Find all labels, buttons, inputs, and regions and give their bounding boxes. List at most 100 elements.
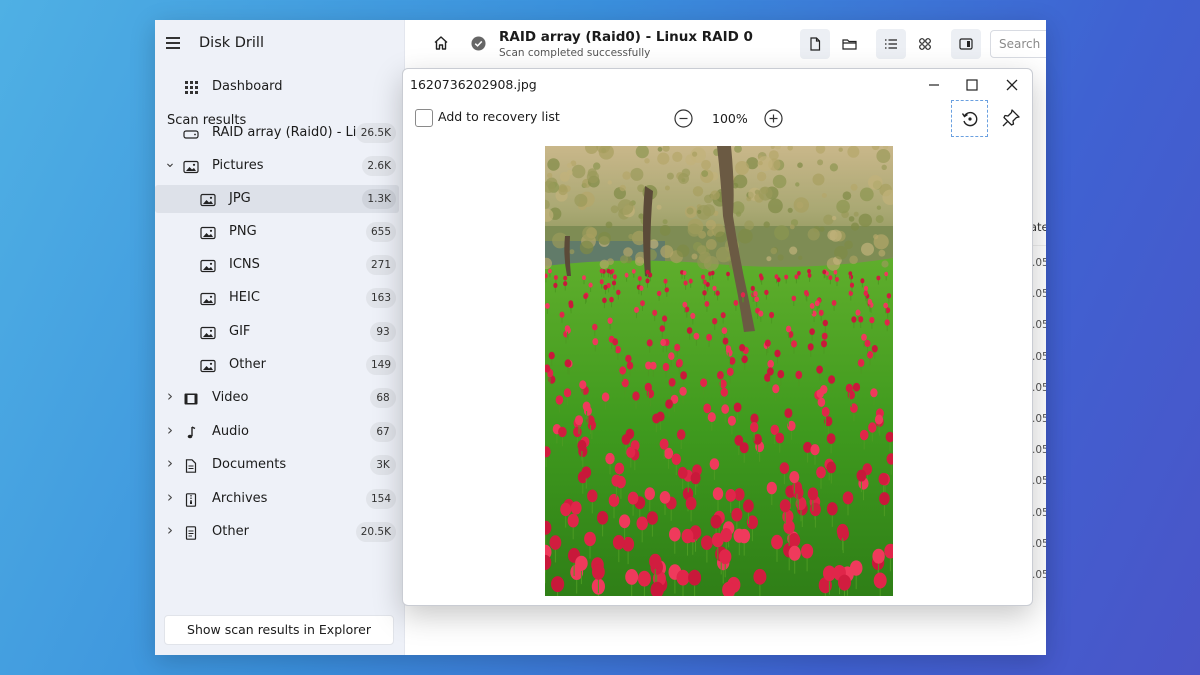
- add-to-recovery-label[interactable]: Add to recovery list: [438, 109, 560, 124]
- sidebar-item-label: Pictures: [212, 158, 264, 173]
- sidebar-item-heic[interactable]: HEIC 163: [155, 284, 399, 312]
- count-badge: 163: [365, 288, 396, 308]
- chevron-right-icon[interactable]: ›: [164, 421, 176, 439]
- count-badge: 93: [370, 322, 396, 342]
- sidebar-item-label: PNG: [229, 224, 257, 239]
- preview-pane-button[interactable]: [951, 29, 981, 59]
- sidebar-item-icns[interactable]: ICNS 271: [155, 251, 399, 279]
- home-icon[interactable]: [433, 35, 449, 51]
- drive-icon: [183, 126, 199, 140]
- zoom-in-icon[interactable]: [764, 109, 783, 128]
- app-header: Disk Drill: [155, 20, 405, 68]
- date-cell: .05: [1032, 569, 1046, 581]
- tulip-field-photo: [545, 146, 893, 596]
- image-icon: [200, 258, 216, 273]
- date-cell: .05: [1032, 444, 1046, 457]
- sidebar-item-label: Video: [212, 390, 249, 405]
- list-icon: [885, 39, 897, 49]
- film-icon: [183, 391, 199, 405]
- image-icon: [200, 192, 216, 207]
- sidebar: Disk Drill Dashboard Scan results RAID a…: [155, 20, 405, 655]
- count-badge: 2.6K: [362, 156, 396, 176]
- close-icon: [1006, 79, 1018, 91]
- scan-complete-check-icon: [471, 36, 486, 51]
- scan-status: Scan completed successfully: [499, 47, 651, 59]
- side-panel-icon: [959, 38, 973, 50]
- sidebar-item-label: Archives: [212, 491, 268, 506]
- image-icon: [183, 159, 199, 174]
- count-badge: 68: [370, 388, 396, 408]
- sidebar-item-png[interactable]: PNG 655: [155, 218, 399, 246]
- sidebar-item-documents[interactable]: › Documents 3K: [155, 451, 399, 479]
- preview-image: [545, 146, 893, 596]
- main-header: RAID array (Raid0) - Linux RAID 0 Scan c…: [405, 20, 1046, 68]
- search-input[interactable]: Search: [990, 30, 1046, 58]
- date-cell: .05: [1032, 288, 1046, 301]
- sidebar-item-pictures[interactable]: ⌄ Pictures 2.6K: [155, 152, 399, 180]
- rotate-icon: [961, 111, 978, 127]
- sidebar-item-archives[interactable]: › Archives 154: [155, 485, 399, 513]
- folder-icon: [842, 39, 857, 50]
- date-cell: .05: [1032, 506, 1046, 519]
- minimize-button[interactable]: [922, 74, 946, 96]
- add-to-recovery-checkbox[interactable]: [415, 109, 433, 127]
- sidebar-item-label: Other: [229, 357, 266, 372]
- preview-filename: 1620736202908.jpg: [410, 77, 537, 92]
- grid-icon: [919, 38, 931, 50]
- image-icon: [200, 358, 216, 373]
- sidebar-item-audio[interactable]: › Audio 67: [155, 418, 399, 446]
- minimize-icon: [929, 84, 939, 86]
- sidebar-item-raid-array-raid0-li[interactable]: RAID array (Raid0) - Li... 26.5K: [155, 119, 399, 147]
- count-badge: 655: [365, 222, 396, 242]
- sidebar-item-video[interactable]: › Video 68: [155, 384, 399, 412]
- count-badge: 67: [370, 422, 396, 442]
- chevron-right-icon[interactable]: ›: [164, 488, 176, 506]
- dashboard-grid-icon: [185, 81, 198, 94]
- hamburger-menu-icon[interactable]: [166, 37, 180, 49]
- date-cell: .05: [1032, 475, 1046, 488]
- sidebar-item-label: Audio: [212, 424, 249, 439]
- sidebar-item-jpg[interactable]: JPG 1.3K: [155, 185, 399, 213]
- count-badge: 149: [365, 355, 396, 375]
- file-icon: [183, 525, 199, 540]
- count-badge: 1.3K: [362, 189, 396, 209]
- chevron-right-icon[interactable]: ›: [164, 521, 176, 539]
- grid-view-button[interactable]: [910, 29, 940, 59]
- chevron-right-icon[interactable]: ›: [164, 454, 176, 472]
- file-view-button[interactable]: [800, 29, 830, 59]
- date-cell: .05: [1032, 537, 1046, 550]
- zoom-out-icon[interactable]: [674, 109, 693, 128]
- count-badge: 3K: [370, 455, 396, 475]
- count-badge: 271: [365, 255, 396, 275]
- sidebar-item-dashboard[interactable]: Dashboard: [155, 72, 405, 102]
- sidebar-item-label: HEIC: [229, 290, 260, 305]
- count-badge: 20.5K: [355, 522, 396, 542]
- folder-view-button[interactable]: [834, 29, 864, 59]
- sidebar-item-label: Documents: [212, 457, 287, 472]
- date-cell: .05: [1032, 257, 1046, 269]
- sidebar-item-label: ICNS: [229, 257, 260, 272]
- file-preview-window: 1620736202908.jpg Add to recovery list 1…: [402, 68, 1033, 606]
- image-icon: [200, 291, 216, 306]
- date-cell: .05: [1032, 319, 1046, 332]
- rotate-button[interactable]: [951, 100, 988, 137]
- pin-icon[interactable]: [1001, 108, 1021, 128]
- sidebar-item-label: Other: [212, 524, 249, 539]
- chevron-down-icon[interactable]: ⌄: [164, 155, 176, 171]
- sidebar-item-gif[interactable]: GIF 93: [155, 318, 399, 346]
- chevron-right-icon[interactable]: ›: [164, 387, 176, 405]
- maximize-icon: [966, 79, 978, 91]
- dashboard-label: Dashboard: [212, 79, 283, 94]
- file-icon: [810, 37, 821, 51]
- sidebar-item-label: RAID array (Raid0) - Li...: [212, 125, 369, 140]
- app-title: Disk Drill: [199, 35, 264, 51]
- archive-icon: [183, 492, 199, 507]
- sidebar-item-label: GIF: [229, 324, 251, 339]
- show-in-explorer-button[interactable]: Show scan results in Explorer: [164, 615, 394, 645]
- maximize-button[interactable]: [960, 74, 984, 96]
- list-view-button[interactable]: [876, 29, 906, 59]
- close-button[interactable]: [1000, 74, 1024, 96]
- sidebar-item-other[interactable]: Other 149: [155, 351, 399, 379]
- sidebar-item-other[interactable]: › Other 20.5K: [155, 518, 399, 546]
- drive-title: RAID array (Raid0) - Linux RAID 0: [499, 29, 753, 45]
